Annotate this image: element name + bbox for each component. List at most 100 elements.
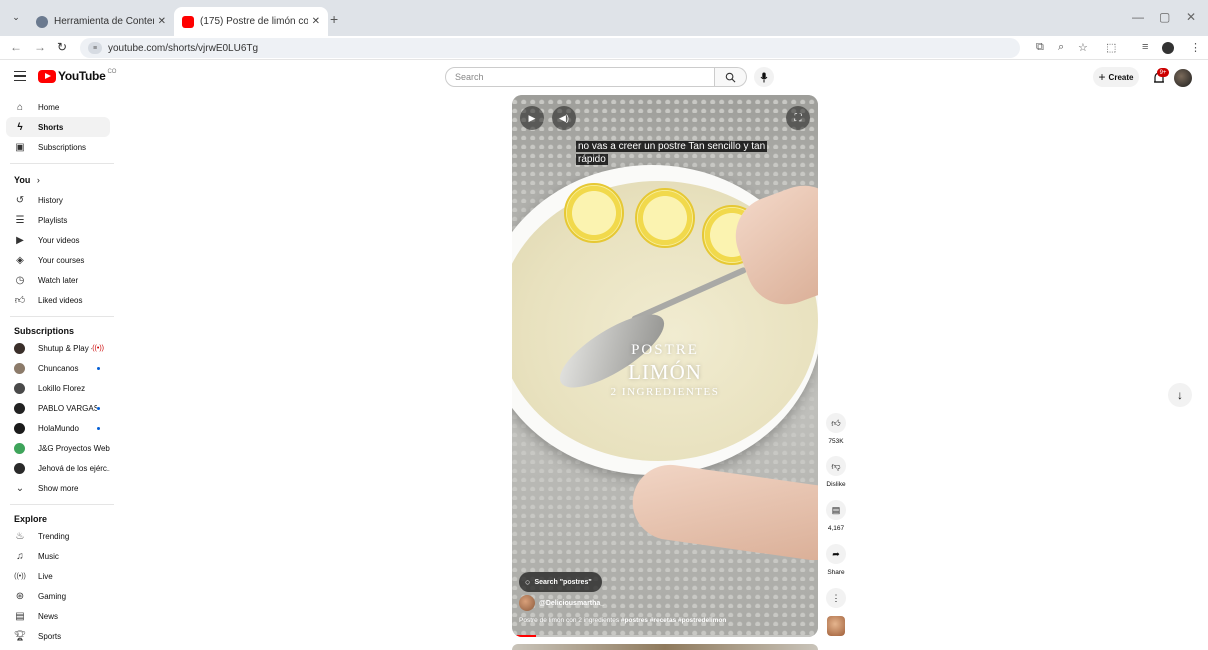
sidebar-item-label: Trending xyxy=(38,531,70,541)
sidebar-item-channel[interactable]: Chuncanos xyxy=(6,358,110,378)
like-count: 753K xyxy=(828,438,844,445)
zoom-icon[interactable]: ⌕ xyxy=(1058,41,1064,54)
country-code: CO xyxy=(107,69,117,75)
fullscreen-icon[interactable]: ⛶ xyxy=(786,106,810,130)
browser-tab-1[interactable]: Herramienta de Contenidos Un ✕ xyxy=(28,7,174,36)
browser-tab-2[interactable]: (175) Postre de limón con 2 ing ✕ xyxy=(174,7,328,36)
more-vertical-icon[interactable]: ⋮ xyxy=(826,588,846,608)
sidebar: ⌂ Home ϟ Shorts ▣ Subscriptions You › ↺ … xyxy=(0,96,118,647)
sidebar-item-subscriptions[interactable]: ▣ Subscriptions xyxy=(6,137,110,157)
channel-avatar[interactable] xyxy=(519,595,535,611)
cast-icon[interactable]: ⧉ xyxy=(1036,41,1044,54)
sidebar-item-history[interactable]: ↺ History xyxy=(6,190,110,210)
comment-icon[interactable]: ▤ xyxy=(826,500,846,520)
thumbs-down-icon[interactable]: 👎︎ xyxy=(826,456,846,476)
menu-icon[interactable] xyxy=(14,71,26,81)
sound-thumbnail[interactable] xyxy=(827,616,845,636)
sidebar-item-label: Shutup & Play - G... xyxy=(38,343,92,353)
sidebar-item-channel[interactable]: HolaMundo xyxy=(6,418,110,438)
play-button[interactable]: ▶ xyxy=(520,106,544,130)
thumbs-up-icon[interactable]: 👍︎ xyxy=(826,413,846,433)
minimize-icon[interactable]: — xyxy=(1132,10,1144,24)
address-bar[interactable]: ≡ youtube.com/shorts/vjrwE0LU6Tg xyxy=(80,38,1020,58)
video-description[interactable]: Postre de limón con 2 ingredientes #post… xyxy=(519,617,815,624)
sidebar-item-channel[interactable]: Jehová de los ejérc... xyxy=(6,458,110,478)
forward-icon[interactable]: → xyxy=(34,40,46,54)
hashtags[interactable]: #postres #recetas #postredelimon xyxy=(621,617,727,624)
share-action[interactable]: ➦ Share xyxy=(825,544,847,576)
next-short-preview[interactable] xyxy=(512,644,818,650)
create-button[interactable]: + Create xyxy=(1093,67,1139,87)
extensions-icon[interactable]: ⬚ xyxy=(1106,41,1116,54)
trending-icon: ♨ xyxy=(15,530,25,542)
youtube-logo[interactable]: YouTube CO xyxy=(38,69,116,83)
channel-avatar xyxy=(14,462,25,474)
restore-icon[interactable]: ▢ xyxy=(1159,10,1170,24)
search-button[interactable] xyxy=(715,67,747,87)
browser-menu-icon[interactable]: ⋮ xyxy=(1190,41,1201,54)
new-content-dot xyxy=(97,366,100,370)
window-close-icon[interactable]: ✕ xyxy=(1186,10,1196,24)
search-suggestion-chip[interactable]: ○ Search "postres" xyxy=(519,572,602,592)
short-video-player[interactable]: ▶ ◀) ⛶ no vas a creer un postre Tan senc… xyxy=(512,95,818,637)
sidebar-item-trending[interactable]: ♨ Trending xyxy=(6,526,110,546)
home-icon: ⌂ xyxy=(16,101,24,113)
sidebar-item-your-videos[interactable]: ▶ Your videos xyxy=(6,230,110,250)
you-section-heading[interactable]: You › xyxy=(14,175,40,185)
tab-search-icon[interactable]: ⌄ xyxy=(8,9,24,25)
reload-icon[interactable]: ↻ xyxy=(57,40,67,54)
sidebar-item-channel[interactable]: Lokillo Florez xyxy=(6,378,110,398)
sidebar-item-playlists[interactable]: ☰ Playlists xyxy=(6,210,110,230)
close-icon[interactable]: ✕ xyxy=(158,16,166,27)
overlay-title-line2: LIMÓN xyxy=(628,360,702,384)
volume-button[interactable]: ◀) xyxy=(552,106,576,130)
sidebar-item-channel[interactable]: J&G Proyectos Web xyxy=(6,438,110,458)
search-input[interactable]: Search xyxy=(445,67,715,87)
create-label: Create xyxy=(1108,72,1134,82)
dislike-action[interactable]: 👎︎ Dislike xyxy=(825,456,847,488)
sidebar-item-label: Watch later xyxy=(38,275,79,285)
comments-action[interactable]: ▤ 4,167 xyxy=(825,500,847,532)
new-tab-icon[interactable]: + xyxy=(330,11,338,27)
show-more-button[interactable]: ⌄ Show more xyxy=(6,478,110,498)
bookmark-star-icon[interactable]: ☆ xyxy=(1078,41,1088,54)
sidebar-item-label: Live xyxy=(38,571,53,581)
channel-row[interactable]: @Deliciousmartha_ xyxy=(519,595,604,611)
sidebar-item-channel[interactable]: Shutup & Play - G... ((•)) xyxy=(6,338,110,358)
video-progress-bar[interactable] xyxy=(512,635,818,637)
site-info-icon[interactable]: ≡ xyxy=(88,42,102,54)
url-text: youtube.com/shorts/vjrwE0LU6Tg xyxy=(108,42,259,54)
clock-icon: ◷ xyxy=(15,274,25,286)
share-arrow-icon[interactable]: ➦ xyxy=(826,544,846,564)
sidebar-item-liked-videos[interactable]: 👍︎ Liked videos xyxy=(6,290,110,310)
sidebar-item-live[interactable]: ((•)) Live xyxy=(6,566,110,586)
channel-handle[interactable]: @Deliciousmartha_ xyxy=(539,600,604,607)
sidebar-item-news[interactable]: ▤ News xyxy=(6,606,110,626)
reading-list-icon[interactable]: ≡ xyxy=(1142,41,1148,53)
live-icon: ((•)) xyxy=(14,572,26,580)
back-icon[interactable]: ← xyxy=(10,40,22,54)
sidebar-item-channel[interactable]: PABLO VARGAS ... xyxy=(6,398,110,418)
voice-search-button[interactable] xyxy=(754,67,774,87)
chevron-down-icon: ⌄ xyxy=(15,482,25,494)
like-action[interactable]: 👍︎ 753K xyxy=(825,413,847,445)
sidebar-item-shorts[interactable]: ϟ Shorts xyxy=(6,117,110,137)
sidebar-item-watch-later[interactable]: ◷ Watch later xyxy=(6,270,110,290)
account-avatar[interactable] xyxy=(1174,69,1192,87)
arrow-down-icon: ↓ xyxy=(1177,388,1183,402)
close-icon[interactable]: ✕ xyxy=(312,16,320,27)
new-content-dot xyxy=(97,406,100,410)
chevron-right-icon: › xyxy=(36,175,40,185)
channel-avatar xyxy=(14,362,25,374)
explore-heading: Explore xyxy=(14,514,48,524)
sidebar-item-home[interactable]: ⌂ Home xyxy=(6,97,110,117)
next-short-button[interactable]: ↓ xyxy=(1168,383,1192,407)
more-actions[interactable]: ⋮ xyxy=(825,588,847,608)
sidebar-item-music[interactable]: ♫ Music xyxy=(6,546,110,566)
overlay-title-line1: POSTRE xyxy=(631,342,699,358)
profile-avatar[interactable] xyxy=(1162,42,1174,54)
sidebar-item-your-courses[interactable]: ◈ Your courses xyxy=(6,250,110,270)
sidebar-item-gaming[interactable]: ⊛ Gaming xyxy=(6,586,110,606)
sidebar-item-sports[interactable]: 🏆︎ Sports xyxy=(6,626,110,646)
plus-icon: + xyxy=(1098,70,1106,84)
